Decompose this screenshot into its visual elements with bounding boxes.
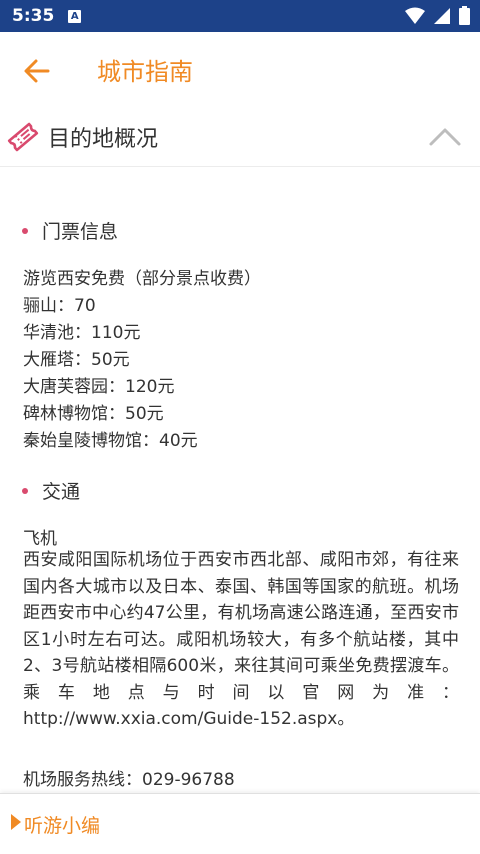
back-arrow-icon[interactable] [20,54,54,88]
battery-icon [459,6,470,25]
airport-hotline: 机场服务热线：029-96788 [23,770,235,790]
tickets-heading-label: 门票信息 [42,221,119,243]
transport-subheading: 飞机 [23,529,57,549]
tickets-heading: 门票信息 [22,217,118,244]
bullet-dot [22,227,28,234]
status-icons [405,6,470,25]
ticket-line: 大雁塔：50元 [23,350,130,370]
chevron-up-icon[interactable] [428,124,462,150]
destination-overview-header[interactable]: 目的地概况 [0,108,480,167]
transport-heading: 交通 [22,477,80,504]
wifi-icon [405,7,425,24]
ticket-line: 华清池：110元 [23,323,141,343]
transport-paragraph: 西安咸阳国际机场位于西安市西北部、咸阳市郊，有往来国内各大城市以及日本、泰国、韩… [23,550,459,729]
ticket-line: 秦始皇陵博物馆：40元 [23,431,198,451]
listen-editor-label[interactable]: 听游小编 [24,811,100,838]
listen-editor-bar[interactable]: 听游小编 [0,793,480,854]
bullet-dot [22,487,28,494]
section-title: 目的地概况 [48,127,159,152]
transport-heading-label: 交通 [42,481,81,503]
ticket-line: 碑林博物馆：50元 [23,404,164,424]
page-title: 城市指南 [97,58,193,86]
play-icon [11,814,21,830]
app-bar: 城市指南 [0,32,480,109]
status-time: 5:35 [12,6,55,26]
ticket-icon [7,122,39,152]
status-bar: 5:35 A [0,0,480,32]
ticket-line: 大唐芙蓉园：120元 [23,377,175,397]
signal-icon [434,7,450,24]
ticket-line: 游览西安免费（部分景点收费） [23,269,261,289]
ticket-line: 骊山：70 [23,296,96,316]
notification-icon: A [68,9,82,23]
content-area[interactable]: 门票信息 游览西安免费（部分景点收费） 骊山：70 华清池：110元 大雁塔：5… [0,167,480,793]
